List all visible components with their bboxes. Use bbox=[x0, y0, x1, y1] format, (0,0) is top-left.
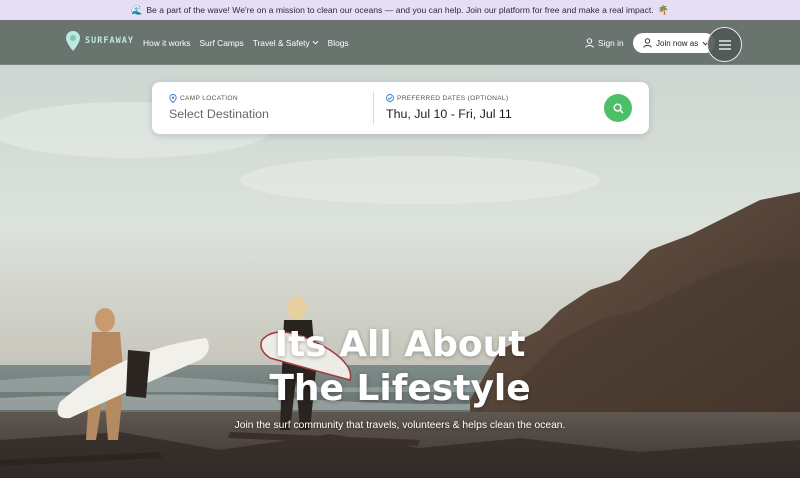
announcement-text: Be a part of the wave! We're on a missio… bbox=[146, 5, 654, 15]
preferred-dates-label-text: PREFERRED DATES (OPTIONAL) bbox=[397, 94, 509, 102]
preferred-dates-label: PREFERRED DATES (OPTIONAL) bbox=[386, 94, 508, 102]
location-pin-icon bbox=[66, 31, 80, 51]
hamburger-menu-button[interactable] bbox=[707, 27, 742, 62]
sign-in-label: Sign in bbox=[598, 37, 624, 48]
palm-tree-emoji-icon: 🌴 bbox=[657, 4, 669, 15]
calendar-icon bbox=[386, 94, 394, 102]
chevron-down-icon bbox=[312, 40, 319, 45]
search-button[interactable] bbox=[604, 94, 632, 122]
hero-headline-line1: Its All About bbox=[274, 324, 526, 365]
join-now-dropdown[interactable]: Join now as bbox=[633, 33, 715, 53]
wave-emoji-icon: 🌊 bbox=[131, 4, 143, 15]
nav-link-travel-safety[interactable]: Travel & Safety bbox=[253, 38, 319, 48]
nav-link-travel-safety-label: Travel & Safety bbox=[252, 37, 310, 48]
user-icon bbox=[585, 37, 594, 48]
hero-headline: Its All About The Lifestyle bbox=[0, 323, 800, 411]
join-now-label: Join now as bbox=[656, 38, 699, 48]
nav-link-blogs[interactable]: Blogs bbox=[328, 38, 349, 48]
navbar: SURFAWAY How it works Surf Camps Travel … bbox=[0, 20, 800, 65]
logo-text: SURFAWAY bbox=[85, 36, 134, 46]
user-icon bbox=[643, 38, 652, 48]
logo[interactable]: SURFAWAY bbox=[66, 31, 134, 51]
search-icon bbox=[612, 102, 623, 113]
nav-links: How it works Surf Camps Travel & Safety … bbox=[143, 20, 349, 65]
field-divider bbox=[373, 92, 374, 124]
date-range-picker[interactable]: Thu, Jul 10 - Fri, Jul 11 bbox=[386, 107, 512, 121]
announcement-bar: 🌊 Be a part of the wave! We're on a miss… bbox=[0, 0, 800, 20]
nav-link-surf-camps[interactable]: Surf Camps bbox=[199, 38, 243, 48]
camp-location-label-text: CAMP LOCATION bbox=[180, 95, 238, 102]
hero-headline-line2: The Lifestyle bbox=[269, 368, 531, 409]
map-pin-icon bbox=[169, 94, 177, 103]
hamburger-menu-icon bbox=[718, 39, 731, 50]
hero-tagline: Join the surf community that travels, vo… bbox=[234, 420, 566, 431]
destination-select[interactable]: Select Destination bbox=[169, 107, 269, 121]
search-card: CAMP LOCATION Select Destination PREFERR… bbox=[152, 82, 649, 134]
camp-location-label: CAMP LOCATION bbox=[169, 94, 238, 103]
sign-in-link[interactable]: Sign in bbox=[585, 20, 624, 65]
nav-link-how-it-works[interactable]: How it works bbox=[143, 38, 190, 48]
